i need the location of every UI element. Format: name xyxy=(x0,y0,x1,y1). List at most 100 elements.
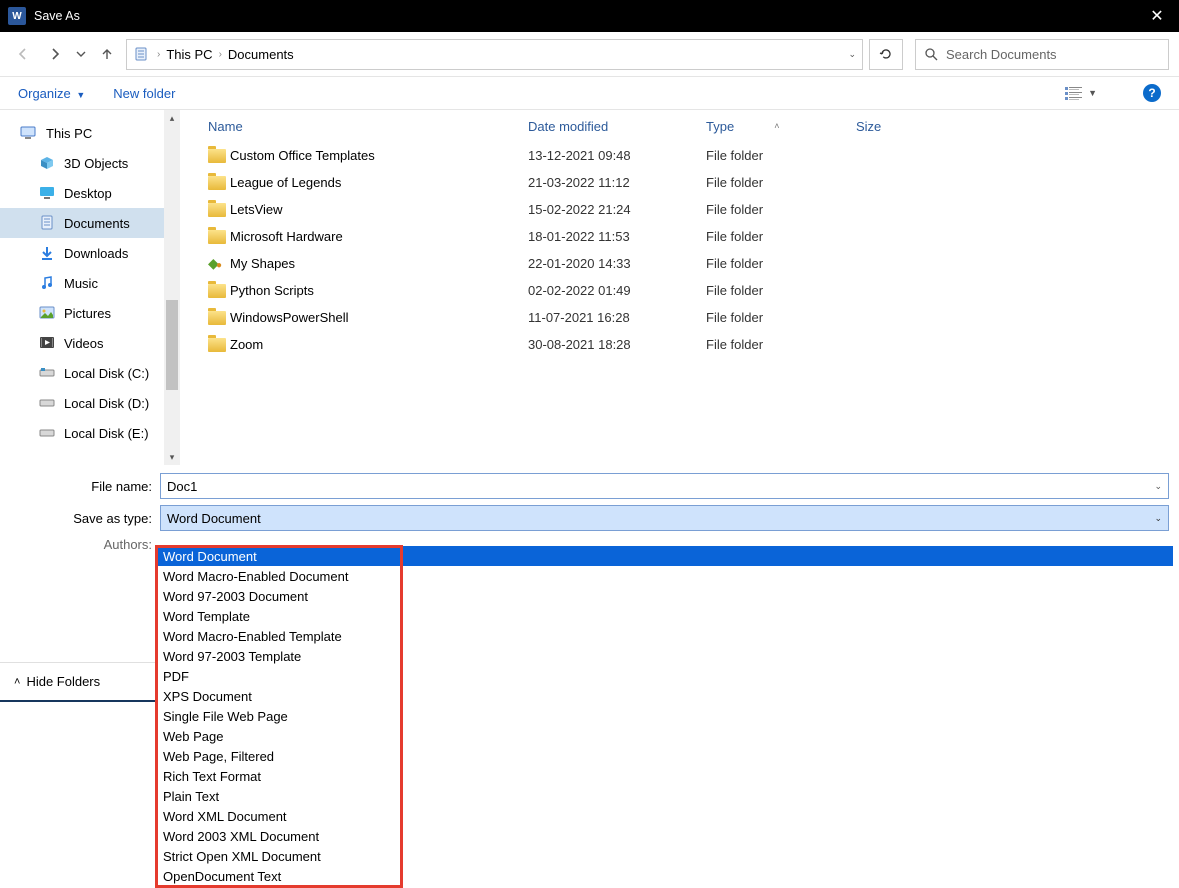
tree-item-downloads[interactable]: Downloads xyxy=(0,238,180,268)
file-date: 15-02-2022 21:24 xyxy=(528,202,706,217)
filename-input[interactable]: Doc1 ⌄ xyxy=(160,473,1169,499)
organize-menu[interactable]: Organize ▼ xyxy=(18,86,85,101)
folder-icon xyxy=(208,311,230,325)
hide-folders-button[interactable]: ˄ Hide Folders xyxy=(0,662,156,702)
address-bar[interactable]: › This PC › Documents ⌄ xyxy=(126,39,863,70)
new-folder-button[interactable]: New folder xyxy=(113,86,175,101)
location-icon xyxy=(133,46,149,62)
history-dropdown[interactable] xyxy=(74,41,88,67)
file-name: Custom Office Templates xyxy=(230,148,528,163)
file-row[interactable]: WindowsPowerShell11-07-2021 16:28File fo… xyxy=(208,304,1167,331)
chevron-up-icon: ˄ xyxy=(14,676,20,688)
file-list: Custom Office Templates13-12-2021 09:48F… xyxy=(208,142,1167,358)
tree-item-label: Documents xyxy=(64,216,130,231)
file-type-option[interactable]: Plain Text xyxy=(155,786,1173,806)
file-type-dropdown[interactable]: Word DocumentWord Macro-Enabled Document… xyxy=(155,546,1173,886)
hide-folders-label: Hide Folders xyxy=(26,674,100,689)
address-dropdown[interactable]: ⌄ xyxy=(848,49,856,60)
nav-scrollbar[interactable]: ▴ ▾ xyxy=(164,110,180,465)
authors-label: Authors: xyxy=(10,537,160,552)
dropdown-caret-icon[interactable]: ⌄ xyxy=(1154,513,1162,524)
up-button[interactable] xyxy=(94,41,120,67)
file-type-option[interactable]: Web Page, Filtered xyxy=(155,746,1173,766)
file-type-option[interactable]: Rich Text Format xyxy=(155,766,1173,786)
tree-item-disk-d[interactable]: Local Disk (D:) xyxy=(0,388,180,418)
main-split: This PC 3D Objects Desktop Documents Dow… xyxy=(0,109,1179,465)
tree-item-pictures[interactable]: Pictures xyxy=(0,298,180,328)
file-type-option[interactable]: Word 2003 XML Document xyxy=(155,826,1173,846)
file-row[interactable]: Microsoft Hardware18-01-2022 11:53File f… xyxy=(208,223,1167,250)
sort-asc-icon: ˄ xyxy=(774,121,779,131)
file-type-option[interactable]: Word Macro-Enabled Template xyxy=(155,626,1173,646)
disk-icon xyxy=(38,394,56,412)
refresh-button[interactable] xyxy=(869,39,903,70)
scroll-up-icon[interactable]: ▴ xyxy=(164,110,180,126)
breadcrumb-root[interactable]: This PC xyxy=(164,45,214,64)
file-type-option[interactable]: XPS Document xyxy=(155,686,1173,706)
file-date: 11-07-2021 16:28 xyxy=(528,310,706,325)
file-type: File folder xyxy=(706,337,856,352)
titlebar: W Save As ✕ xyxy=(0,0,1179,32)
file-row[interactable]: League of Legends21-03-2022 11:12File fo… xyxy=(208,169,1167,196)
breadcrumb-current[interactable]: Documents xyxy=(226,45,296,64)
music-icon xyxy=(38,274,56,292)
chevron-right-icon: › xyxy=(219,49,222,60)
file-type-option[interactable]: Word Macro-Enabled Document xyxy=(155,566,1173,586)
file-type: File folder xyxy=(706,256,856,271)
file-type-option[interactable]: Word XML Document xyxy=(155,806,1173,826)
search-box[interactable] xyxy=(915,39,1169,70)
file-type-option[interactable]: Word 97-2003 Template xyxy=(155,646,1173,666)
search-input[interactable] xyxy=(946,47,1160,62)
file-row[interactable]: Zoom30-08-2021 18:28File folder xyxy=(208,331,1167,358)
tree-item-desktop[interactable]: Desktop xyxy=(0,178,180,208)
file-name: LetsView xyxy=(230,202,528,217)
save-type-row: Save as type: Word Document ⌄ xyxy=(10,505,1169,531)
help-button[interactable]: ? xyxy=(1143,84,1161,102)
tree-item-disk-c[interactable]: Local Disk (C:) xyxy=(0,358,180,388)
view-button[interactable]: ▼ xyxy=(1064,85,1097,101)
close-button[interactable]: ✕ xyxy=(1143,6,1171,26)
tree-item-label: Music xyxy=(64,276,98,291)
forward-button[interactable] xyxy=(42,41,68,67)
tree-item-videos[interactable]: Videos xyxy=(0,328,180,358)
disk-icon xyxy=(38,364,56,382)
dropdown-caret-icon[interactable]: ⌄ xyxy=(1154,481,1162,492)
folder-icon xyxy=(208,284,230,298)
save-type-select[interactable]: Word Document ⌄ xyxy=(160,505,1169,531)
tree-item-documents[interactable]: Documents xyxy=(0,208,180,238)
file-type-option[interactable]: Strict Open XML Document xyxy=(155,846,1173,866)
scroll-thumb[interactable] xyxy=(166,300,178,390)
file-type-option[interactable]: Word Template xyxy=(155,606,1173,626)
file-name: Zoom xyxy=(230,337,528,352)
file-type-option[interactable]: PDF xyxy=(155,666,1173,686)
file-row[interactable]: My Shapes22-01-2020 14:33File folder xyxy=(208,250,1167,277)
file-row[interactable]: Custom Office Templates13-12-2021 09:48F… xyxy=(208,142,1167,169)
file-type-option[interactable]: Web Page xyxy=(155,726,1173,746)
col-name[interactable]: Name xyxy=(208,119,528,134)
file-type-option[interactable]: Word 97-2003 Document xyxy=(155,586,1173,606)
tree-root-label: This PC xyxy=(46,126,92,141)
tree-item-music[interactable]: Music xyxy=(0,268,180,298)
file-date: 21-03-2022 11:12 xyxy=(528,175,706,190)
file-date: 30-08-2021 18:28 xyxy=(528,337,706,352)
file-row[interactable]: LetsView15-02-2022 21:24File folder xyxy=(208,196,1167,223)
col-date[interactable]: Date modified xyxy=(528,119,706,134)
folder-icon xyxy=(208,149,230,163)
scroll-down-icon[interactable]: ▾ xyxy=(164,449,180,465)
tree-item-3dobjects[interactable]: 3D Objects xyxy=(0,148,180,178)
file-type-option[interactable]: Word Document xyxy=(155,546,1173,566)
filename-label: File name: xyxy=(10,479,160,494)
col-type[interactable]: Type˄ xyxy=(706,119,856,134)
window-title: Save As xyxy=(34,9,1143,23)
save-type-label: Save as type: xyxy=(10,511,160,526)
col-size[interactable]: Size xyxy=(856,119,956,134)
tree-item-disk-e[interactable]: Local Disk (E:) xyxy=(0,418,180,448)
tree-root-thispc[interactable]: This PC xyxy=(0,118,180,148)
back-button[interactable] xyxy=(10,41,36,67)
search-icon xyxy=(924,47,938,61)
file-name: Python Scripts xyxy=(230,283,528,298)
file-type-option[interactable]: Single File Web Page xyxy=(155,706,1173,726)
file-row[interactable]: Python Scripts02-02-2022 01:49File folde… xyxy=(208,277,1167,304)
file-type-option[interactable]: OpenDocument Text xyxy=(155,866,1173,886)
folder-icon xyxy=(208,176,230,190)
